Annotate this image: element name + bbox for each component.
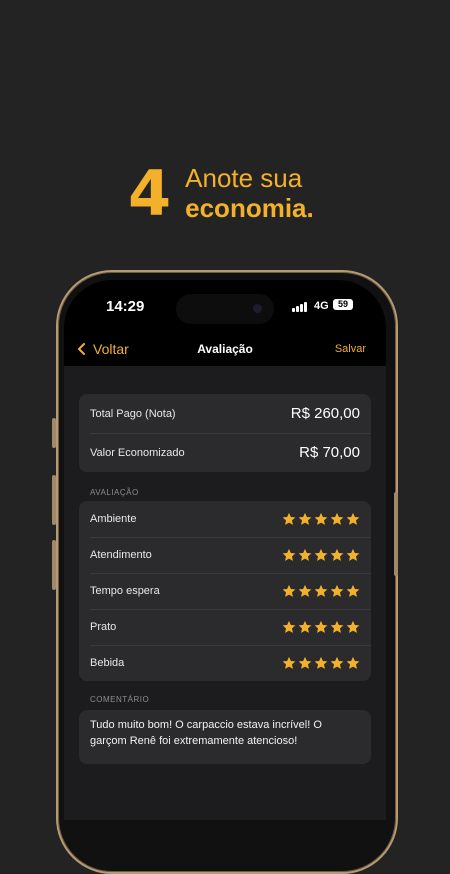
star-rating[interactable] [282,584,360,598]
star-rating[interactable] [282,512,360,526]
phone-screen: 14:29 4G 59 Voltar Avaliação Salvar Tota… [64,280,386,820]
status-time: 14:29 [106,298,145,315]
promo-headline: 4 Anote sua economia. [128,163,314,225]
rating-label: Ambiente [90,513,137,525]
battery-icon: 59 [333,299,353,310]
rating-row-tempo-espera[interactable]: Tempo espera [79,573,371,609]
status-bar: 14:29 4G 59 [64,280,386,330]
star-icon[interactable] [314,620,328,634]
star-icon[interactable] [282,512,296,526]
summary-label: Valor Economizado [90,446,185,459]
summary-row-total: Total Pago (Nota) R$ 260,00 [79,394,371,433]
dynamic-island [176,294,274,324]
volume-up-button [52,475,56,525]
star-icon[interactable] [298,584,312,598]
rating-label: Atendimento [90,549,152,561]
step-number: 4 [128,157,172,230]
rating-label: Bebida [90,657,125,669]
star-rating[interactable] [282,548,360,562]
summary-row-savings: Valor Economizado R$ 70,00 [79,433,371,472]
star-icon[interactable] [330,656,344,670]
summary-value: R$ 70,00 [299,444,360,461]
rating-label: Tempo espera [90,585,160,597]
star-icon[interactable] [330,548,344,562]
star-icon[interactable] [282,620,296,634]
star-icon[interactable] [314,512,328,526]
network-type: 4G [314,300,329,312]
promo-line-1: Anote sua [185,163,303,194]
rating-row-bebida[interactable]: Bebida [79,645,371,681]
star-icon[interactable] [282,548,296,562]
star-icon[interactable] [346,548,360,562]
volume-down-button [52,540,56,590]
star-icon[interactable] [298,620,312,634]
comment-field[interactable]: Tudo muito bom! O carpaccio estava incrí… [79,710,371,764]
rating-section-label: AVALIAÇÃO [90,488,139,497]
rating-row-ambiente[interactable]: Ambiente [79,501,371,537]
star-icon[interactable] [314,548,328,562]
star-icon[interactable] [282,584,296,598]
rating-row-prato[interactable]: Prato [79,609,371,645]
star-rating[interactable] [282,620,360,634]
summary-card: Total Pago (Nota) R$ 260,00 Valor Econom… [79,394,371,472]
save-button[interactable]: Salvar [335,343,366,355]
star-icon[interactable] [282,656,296,670]
rating-label: Prato [90,621,117,633]
star-icon[interactable] [314,584,328,598]
power-button [394,492,398,576]
form-content: Total Pago (Nota) R$ 260,00 Valor Econom… [64,366,386,820]
star-icon[interactable] [346,584,360,598]
rating-row-atendimento[interactable]: Atendimento [79,537,371,573]
action-button [52,418,56,448]
star-icon[interactable] [330,512,344,526]
signal-icon [292,302,307,312]
camera-icon [253,304,262,313]
star-icon[interactable] [298,656,312,670]
star-icon[interactable] [330,620,344,634]
rating-card: Ambiente Atendimento Tempo espera Prato … [79,501,371,681]
summary-value: R$ 260,00 [290,405,360,422]
star-rating[interactable] [282,656,360,670]
summary-label: Total Pago (Nota) [90,407,176,420]
star-icon[interactable] [346,512,360,526]
comment-section-label: COMENTÁRIO [90,695,150,704]
star-icon[interactable] [314,656,328,670]
star-icon[interactable] [346,620,360,634]
promo-line-2: economia. [185,193,314,223]
star-icon[interactable] [298,548,312,562]
promo-text: Anote sua economia. [185,163,314,224]
star-icon[interactable] [298,512,312,526]
star-icon[interactable] [346,656,360,670]
nav-bar: Voltar Avaliação Salvar [64,336,386,370]
star-icon[interactable] [330,584,344,598]
